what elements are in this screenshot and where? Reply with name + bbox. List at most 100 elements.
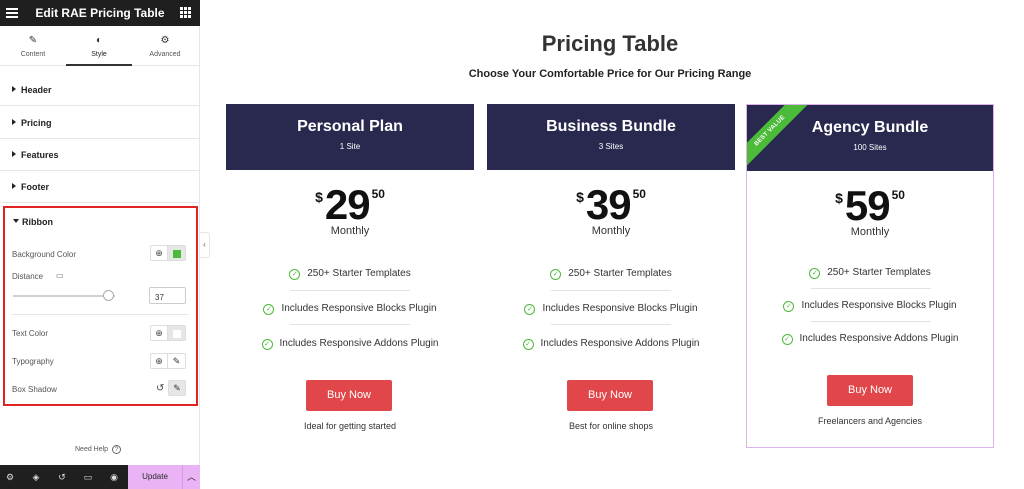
divider	[551, 324, 671, 325]
price-amount: 59	[844, 182, 891, 229]
feature-text: Includes Responsive Addons Plugin	[540, 338, 700, 349]
check-icon: ✓	[783, 301, 795, 312]
price-amount: 39	[585, 181, 632, 228]
buy-now-button[interactable]: Buy Now	[306, 380, 392, 411]
plan-note: Best for online shops	[568, 421, 654, 431]
feature-item: ✓ Includes Responsive Addons Plugin	[487, 338, 735, 350]
typography-label: Typography	[12, 357, 54, 366]
panel-tabs: ✎ Content ◐ Style ⚙ Advanced	[0, 26, 200, 66]
check-icon: ✓	[809, 268, 821, 279]
feature-item: ✓ Includes Responsive Addons Plugin	[747, 333, 993, 345]
pencil-icon: ✎	[28, 35, 38, 46]
feature-item: ✓ 250+ Starter Templates	[747, 267, 993, 279]
feature-text: 250+ Starter Templates	[568, 268, 672, 279]
layers-icon[interactable]: ◈	[30, 471, 42, 483]
price: $29 50	[226, 184, 474, 226]
plan-note: Freelancers and Agencies	[817, 416, 923, 426]
price-cents: 50	[891, 188, 905, 202]
text-color-label: Text Color	[12, 329, 49, 338]
background-color-picker[interactable]	[168, 245, 186, 261]
history-icon[interactable]: ↺	[56, 471, 68, 483]
feature-text: Includes Responsive Blocks Plugin	[281, 303, 437, 314]
price: $39 50	[487, 184, 735, 226]
currency-symbol: $	[576, 189, 584, 205]
check-icon: ✓	[261, 339, 273, 350]
card-header: Personal Plan 1 Site	[226, 104, 474, 170]
check-icon: ✓	[522, 339, 534, 350]
distance-slider[interactable]	[13, 295, 115, 297]
color-swatch	[173, 330, 181, 338]
settings-icon[interactable]: ⚙	[4, 471, 16, 483]
caret-right-icon	[12, 151, 16, 157]
gear-icon: ⚙	[160, 35, 170, 46]
desktop-icon[interactable]: ▭	[56, 271, 64, 280]
section-features[interactable]: Features	[0, 139, 200, 171]
check-icon: ✓	[781, 334, 793, 345]
caret-right-icon	[12, 183, 16, 189]
feature-item: ✓ 250+ Starter Templates	[226, 268, 474, 280]
update-button[interactable]: Update	[128, 465, 182, 489]
tab-label: Advanced	[149, 51, 181, 58]
check-icon: ✓	[524, 304, 536, 315]
tab-advanced[interactable]: ⚙ Advanced	[132, 26, 198, 66]
pricing-card-business: Business Bundle 3 Sites $39 50 Monthly ✓ 2…	[487, 104, 735, 448]
feature-text: Includes Responsive Addons Plugin	[279, 338, 439, 349]
feature-text: Includes Responsive Blocks Plugin	[801, 300, 957, 311]
feature-item: ✓ Includes Responsive Blocks Plugin	[747, 300, 993, 312]
collapse-panel-button[interactable]: ‹	[200, 232, 210, 258]
check-icon: ✓	[289, 269, 301, 280]
responsive-icon[interactable]: ▭	[82, 471, 94, 483]
tab-style[interactable]: ◐ Style	[66, 26, 132, 66]
section-label: Footer	[21, 182, 49, 192]
section-label: Header	[21, 85, 52, 95]
widgets-grid-icon[interactable]	[180, 7, 191, 18]
reset-icon[interactable]: ↺	[156, 383, 164, 394]
tab-content[interactable]: ✎ Content	[0, 26, 66, 66]
need-help-link[interactable]: Need Help?	[75, 445, 122, 454]
globe-icon[interactable]: ⊕	[150, 353, 168, 369]
distance-input[interactable]	[149, 287, 186, 304]
slider-handle[interactable]	[103, 290, 114, 301]
caret-right-icon	[12, 86, 16, 92]
color-swatch	[173, 250, 181, 258]
section-header[interactable]: Header	[0, 74, 200, 106]
panel-footer: ⚙ ◈ ↺ ▭ ◉ Update ︿	[0, 465, 200, 489]
preview-eye-icon[interactable]: ◉	[108, 471, 120, 483]
buy-now-button[interactable]: Buy Now	[567, 380, 653, 411]
divider	[290, 290, 410, 291]
section-footer[interactable]: Footer	[0, 171, 200, 203]
panel-header: Edit RAE Pricing Table	[0, 0, 200, 26]
background-color-label: Background Color	[12, 250, 77, 259]
section-pricing[interactable]: Pricing	[0, 107, 200, 139]
feature-item: ✓ Includes Responsive Addons Plugin	[226, 338, 474, 350]
billing-period: Monthly	[850, 226, 890, 238]
billing-period: Monthly	[330, 225, 370, 237]
card-header: BEST VALUE Agency Bundle 100 Sites	[747, 105, 993, 171]
section-ribbon[interactable]: Ribbon	[5, 208, 196, 234]
tab-label: Content	[20, 51, 46, 58]
card-header: Business Bundle 3 Sites	[487, 104, 735, 170]
box-shadow-label: Box Shadow	[12, 385, 57, 394]
distance-label: Distance	[12, 272, 44, 281]
ribbon-section-highlight: Ribbon Background Color ⊕ Distance ▭ Tex…	[3, 206, 198, 406]
chevron-up-icon[interactable]: ︿	[182, 465, 200, 489]
editor-panel: Edit RAE Pricing Table ✎ Content ◐ Style…	[0, 0, 200, 489]
edit-box-shadow-button[interactable]: ✎	[168, 380, 186, 396]
section-label: Pricing	[21, 118, 52, 128]
buy-now-button[interactable]: Buy Now	[827, 375, 913, 406]
panel-title: Edit RAE Pricing Table	[35, 6, 165, 20]
help-icon: ?	[112, 445, 122, 454]
price-amount: 29	[324, 181, 371, 228]
page-title: Pricing Table	[541, 31, 679, 56]
feature-item: ✓ 250+ Starter Templates	[487, 268, 735, 280]
feature-text: Includes Responsive Blocks Plugin	[542, 303, 698, 314]
globe-icon[interactable]: ⊕	[150, 245, 168, 261]
caret-right-icon	[12, 119, 16, 125]
tab-label: Style	[91, 51, 107, 58]
divider	[12, 314, 188, 315]
globe-icon[interactable]: ⊕	[150, 325, 168, 341]
edit-typography-button[interactable]: ✎	[168, 353, 186, 369]
feature-text: 250+ Starter Templates	[827, 267, 931, 278]
text-color-picker[interactable]	[168, 325, 186, 341]
half-circle-icon: ◐	[95, 35, 103, 46]
